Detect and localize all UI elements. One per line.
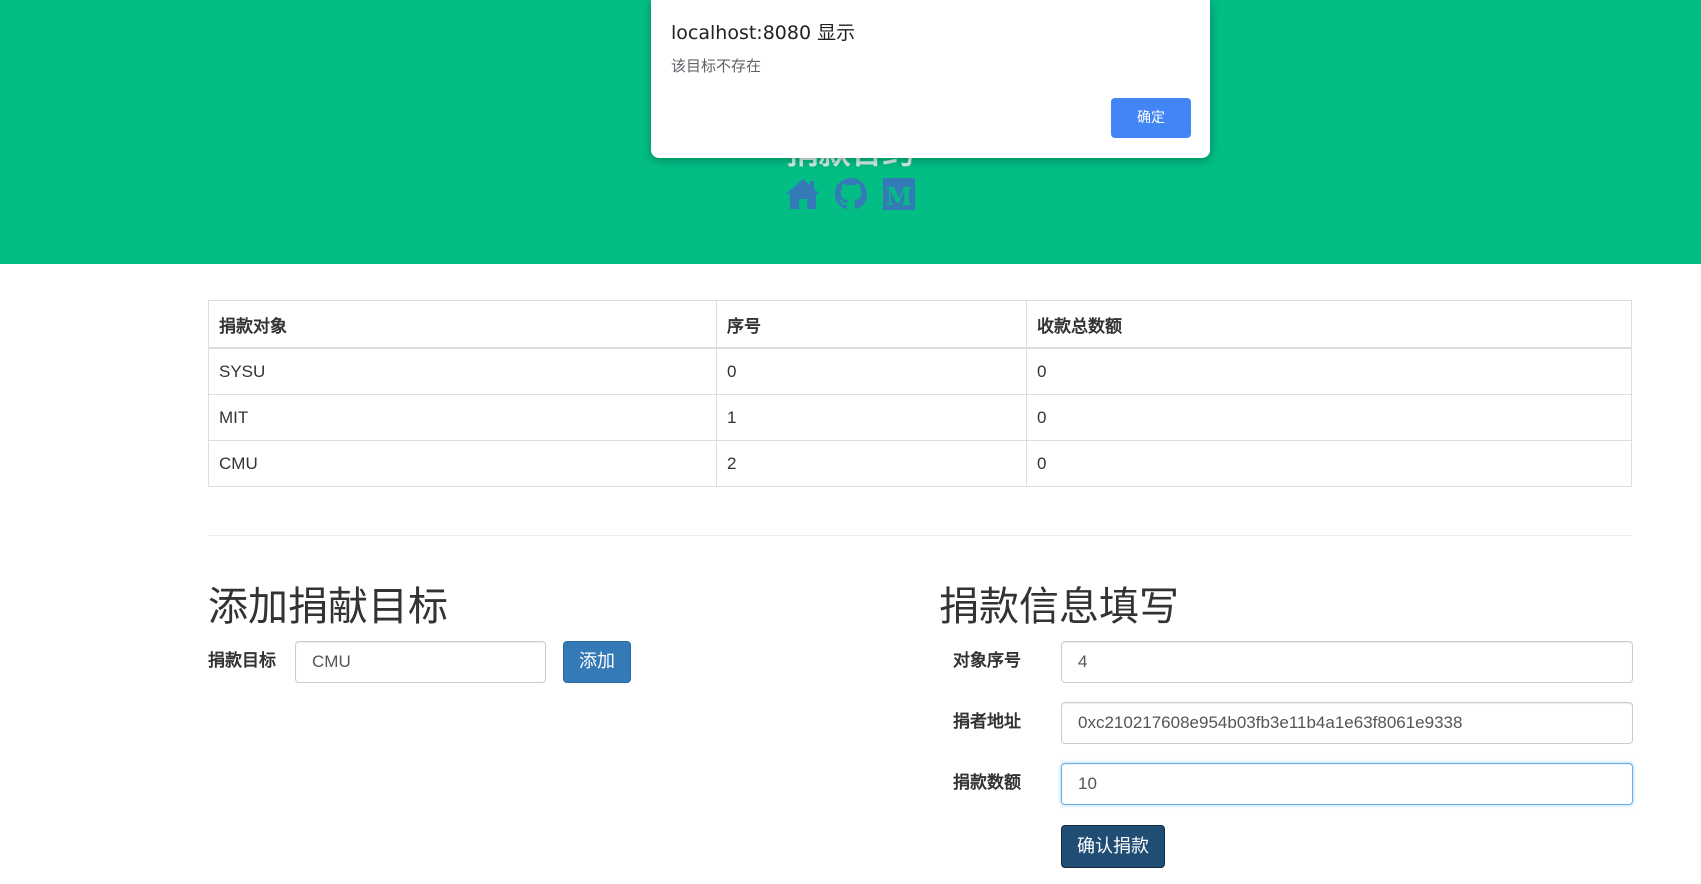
section-divider [208,535,1632,536]
home-icon[interactable] [783,174,823,214]
alert-dialog: localhost:8080 显示 该目标不存在 确定 [651,0,1210,158]
medium-icon[interactable]: M [879,174,919,214]
github-icon[interactable] [831,174,871,214]
donation-amount-label: 捐款数额 [953,773,1021,793]
cell-index: 1 [716,394,1027,441]
confirm-donation-button[interactable]: 确认捐款 [1061,825,1165,868]
cell-target: MIT [208,394,717,441]
donation-amount-input[interactable] [1061,763,1633,805]
hero-icon-row: M [0,174,1701,214]
table-row: SYSU 0 0 [208,347,1632,395]
col-header-index: 序号 [716,300,1027,349]
alert-title: localhost:8080 显示 [671,22,856,44]
cell-index: 0 [716,347,1027,395]
donation-form-heading: 捐款信息填写 [939,584,1179,630]
cell-target: CMU [208,440,717,487]
add-button[interactable]: 添加 [563,641,631,683]
targets-table: 捐款对象 序号 收款总数额 SYSU 0 0 MIT 1 0 CMU 2 0 [208,300,1632,487]
alert-ok-button[interactable]: 确定 [1111,98,1191,138]
cell-total: 0 [1026,394,1632,441]
donor-address-label: 捐者地址 [953,712,1021,732]
target-index-label: 对象序号 [953,651,1021,671]
cell-index: 2 [716,440,1027,487]
alert-message: 该目标不存在 [671,57,762,75]
col-header-target: 捐款对象 [208,300,717,349]
cell-total: 0 [1026,440,1632,487]
add-target-heading: 添加捐献目标 [208,584,448,630]
cell-total: 0 [1026,347,1632,395]
table-row: MIT 1 0 [208,394,1632,441]
cell-target: SYSU [208,347,717,395]
svg-text:M: M [885,182,912,211]
target-label: 捐款目标 [208,651,276,671]
table-header-row: 捐款对象 序号 收款总数额 [208,300,1632,349]
target-index-input[interactable] [1061,641,1633,683]
col-header-total: 收款总数额 [1026,300,1632,349]
donor-address-input[interactable] [1061,702,1633,744]
table-row: CMU 2 0 [208,440,1632,487]
target-input[interactable] [295,641,546,683]
